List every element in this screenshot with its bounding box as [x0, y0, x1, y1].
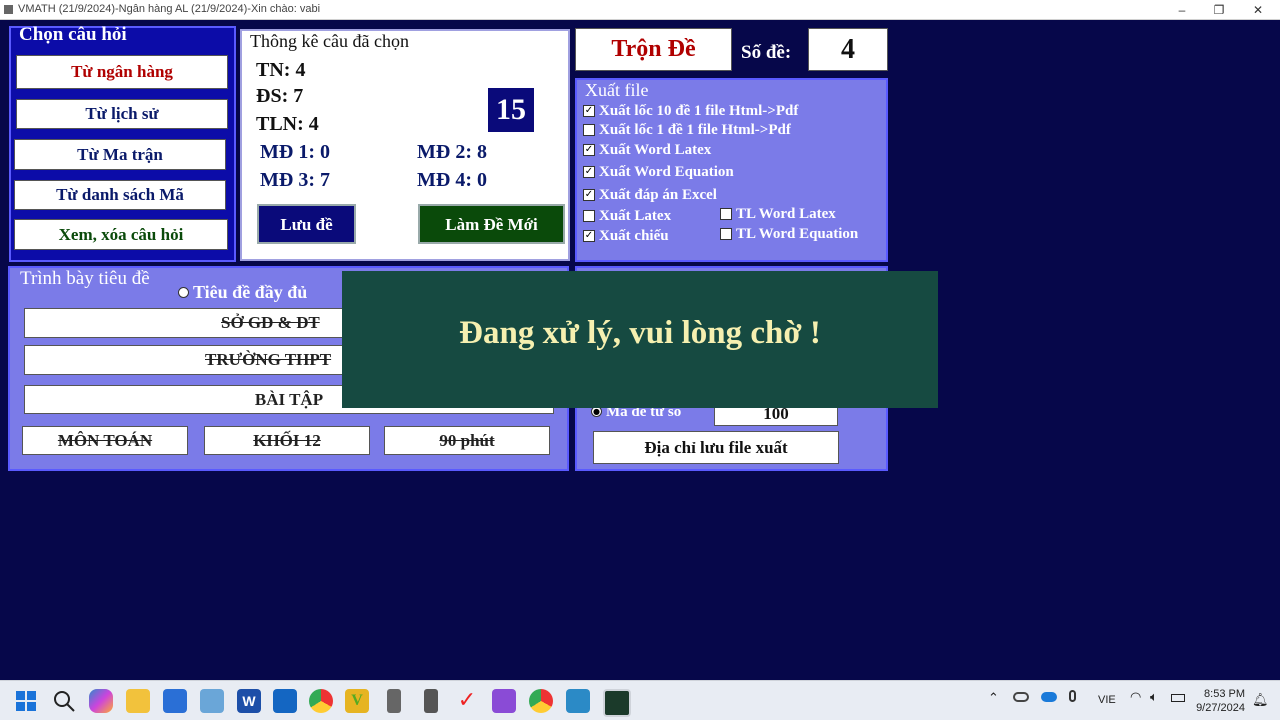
tl-word-equation-checkbox[interactable]: TL Word Equation [720, 226, 858, 243]
khoi-field[interactable]: KHỐI 12 [204, 426, 370, 455]
outlook-icon[interactable] [273, 689, 297, 713]
calculator-2-icon[interactable] [424, 689, 438, 713]
vmath-icon[interactable]: V [345, 689, 369, 713]
checkbox-icon: ✓ [583, 104, 595, 117]
language-indicator[interactable]: VIE [1098, 694, 1116, 706]
cloud-icon[interactable] [1013, 692, 1029, 702]
processing-message: Đang xử lý, vui lòng chờ ! [459, 315, 821, 351]
tu-ma-tran-button[interactable]: Từ Ma trận [14, 139, 226, 170]
app-icon [4, 5, 13, 14]
so-de-label: Số đề: [741, 42, 792, 63]
minimize-icon[interactable]: – [1164, 0, 1200, 20]
processing-overlay: Đang xử lý, vui lòng chờ ! [342, 271, 938, 408]
close-icon[interactable]: ✕ [1240, 0, 1276, 20]
tu-ngan-hang-button[interactable]: Từ ngân hàng [16, 55, 228, 89]
checkbox-icon [720, 227, 732, 240]
xuat-file-title: Xuất file [585, 80, 649, 100]
thoi-gian-field[interactable]: 90 phút [384, 426, 550, 455]
battery-icon[interactable] [1171, 694, 1185, 702]
window-app-icon[interactable] [566, 689, 590, 713]
tron-de-button[interactable]: Trộn Đề [575, 28, 732, 71]
checkbox-icon: ✓ [583, 188, 595, 201]
word-icon[interactable]: W [237, 689, 261, 713]
tieu-de-day-du-radio[interactable]: Tiêu đề đầy đủ [178, 282, 307, 303]
taskbar: W V ✓ ⌃ VIE ◠ 🔈︎ 8:53 PM 9/27/2024 🔔︎ [0, 680, 1280, 720]
notification-bell-icon[interactable]: 🔔︎ [1252, 693, 1269, 708]
clock-date[interactable]: 9/27/2024 [1190, 702, 1245, 714]
volume-icon[interactable]: 🔈︎ [1150, 690, 1158, 705]
tln-count: TLN: 4 [256, 113, 319, 135]
radio-icon [178, 287, 189, 299]
checkbox-icon: ✓ [583, 143, 595, 156]
checkbox-icon [583, 123, 595, 136]
xuat-latex-checkbox[interactable]: Xuất Latex [583, 208, 671, 225]
clock-time[interactable]: 8:53 PM [1195, 688, 1245, 700]
clipchamp-icon[interactable] [492, 689, 516, 713]
xuat-word-latex-checkbox[interactable]: ✓ Xuất Word Latex [583, 142, 711, 159]
so-de-input[interactable]: 4 [808, 28, 888, 71]
start-icon[interactable] [14, 689, 38, 713]
calculator-icon[interactable] [387, 689, 401, 713]
store-icon[interactable] [163, 689, 187, 713]
chevron-up-icon[interactable]: ⌃ [988, 691, 999, 706]
tu-danh-sach-ma-button[interactable]: Từ danh sách Mã [14, 180, 226, 210]
microphone-icon[interactable] [1069, 690, 1076, 702]
maximize-icon[interactable]: ❐ [1201, 0, 1237, 20]
search-icon[interactable] [52, 689, 76, 713]
window-title: VMATH (21/9/2024)-Ngân hàng AL (21/9/202… [18, 3, 321, 15]
chrome-icon[interactable] [309, 689, 333, 713]
onedrive-icon[interactable] [1041, 692, 1057, 702]
xuat-dap-an-excel-checkbox[interactable]: ✓ Xuất đáp án Excel [583, 187, 717, 204]
thong-ke-title: Thông kê câu đã chọn [250, 31, 409, 51]
total-count: 15 [488, 88, 534, 132]
md3-count: MĐ 3: 7 [260, 169, 330, 191]
mon-field[interactable]: MÔN TOÁN [22, 426, 188, 455]
vmath-active-icon[interactable] [603, 689, 631, 717]
checkbox-icon: ✓ [583, 229, 595, 242]
check-app-icon[interactable]: ✓ [455, 689, 479, 713]
chon-cau-hoi-title: Chọn câu hỏi [19, 24, 127, 45]
chrome-profile-icon[interactable] [529, 689, 553, 713]
xem-xoa-cau-hoi-button[interactable]: Xem, xóa câu hỏi [14, 219, 228, 250]
lam-de-moi-button[interactable]: Làm Đề Mới [418, 204, 565, 244]
copilot-icon[interactable] [89, 689, 113, 713]
md1-count: MĐ 1: 0 [260, 141, 330, 163]
file-explorer-icon[interactable] [126, 689, 150, 713]
xuat-loc-10-checkbox[interactable]: ✓ Xuất lốc 10 đề 1 file Html->Pdf [583, 103, 798, 120]
wifi-icon[interactable]: ◠ [1130, 690, 1141, 705]
xuat-word-equation-checkbox[interactable]: ✓ Xuất Word Equation [583, 164, 734, 181]
dia-chi-luu-file-button[interactable]: Địa chỉ lưu file xuất [593, 431, 839, 464]
tu-lich-su-button[interactable]: Từ lịch sử [16, 99, 228, 129]
checkbox-icon [583, 209, 595, 222]
checkbox-icon [720, 207, 732, 220]
photos-icon[interactable] [200, 689, 224, 713]
window-title-bar: VMATH (21/9/2024)-Ngân hàng AL (21/9/202… [0, 0, 1280, 20]
xuat-loc-1-checkbox[interactable]: Xuất lốc 1 đề 1 file Html->Pdf [583, 122, 791, 139]
tn-count: TN: 4 [256, 59, 306, 81]
checkbox-icon: ✓ [583, 165, 595, 178]
luu-de-button[interactable]: Lưu đề [257, 204, 356, 244]
trinh-bay-title: Trình bày tiêu đề [20, 268, 150, 289]
tl-word-latex-checkbox[interactable]: TL Word Latex [720, 206, 836, 223]
ds-count: ĐS: 7 [256, 85, 304, 107]
md2-count: MĐ 2: 8 [417, 141, 487, 163]
md4-count: MĐ 4: 0 [417, 169, 487, 191]
xuat-chieu-checkbox[interactable]: ✓ Xuất chiếu [583, 228, 669, 245]
